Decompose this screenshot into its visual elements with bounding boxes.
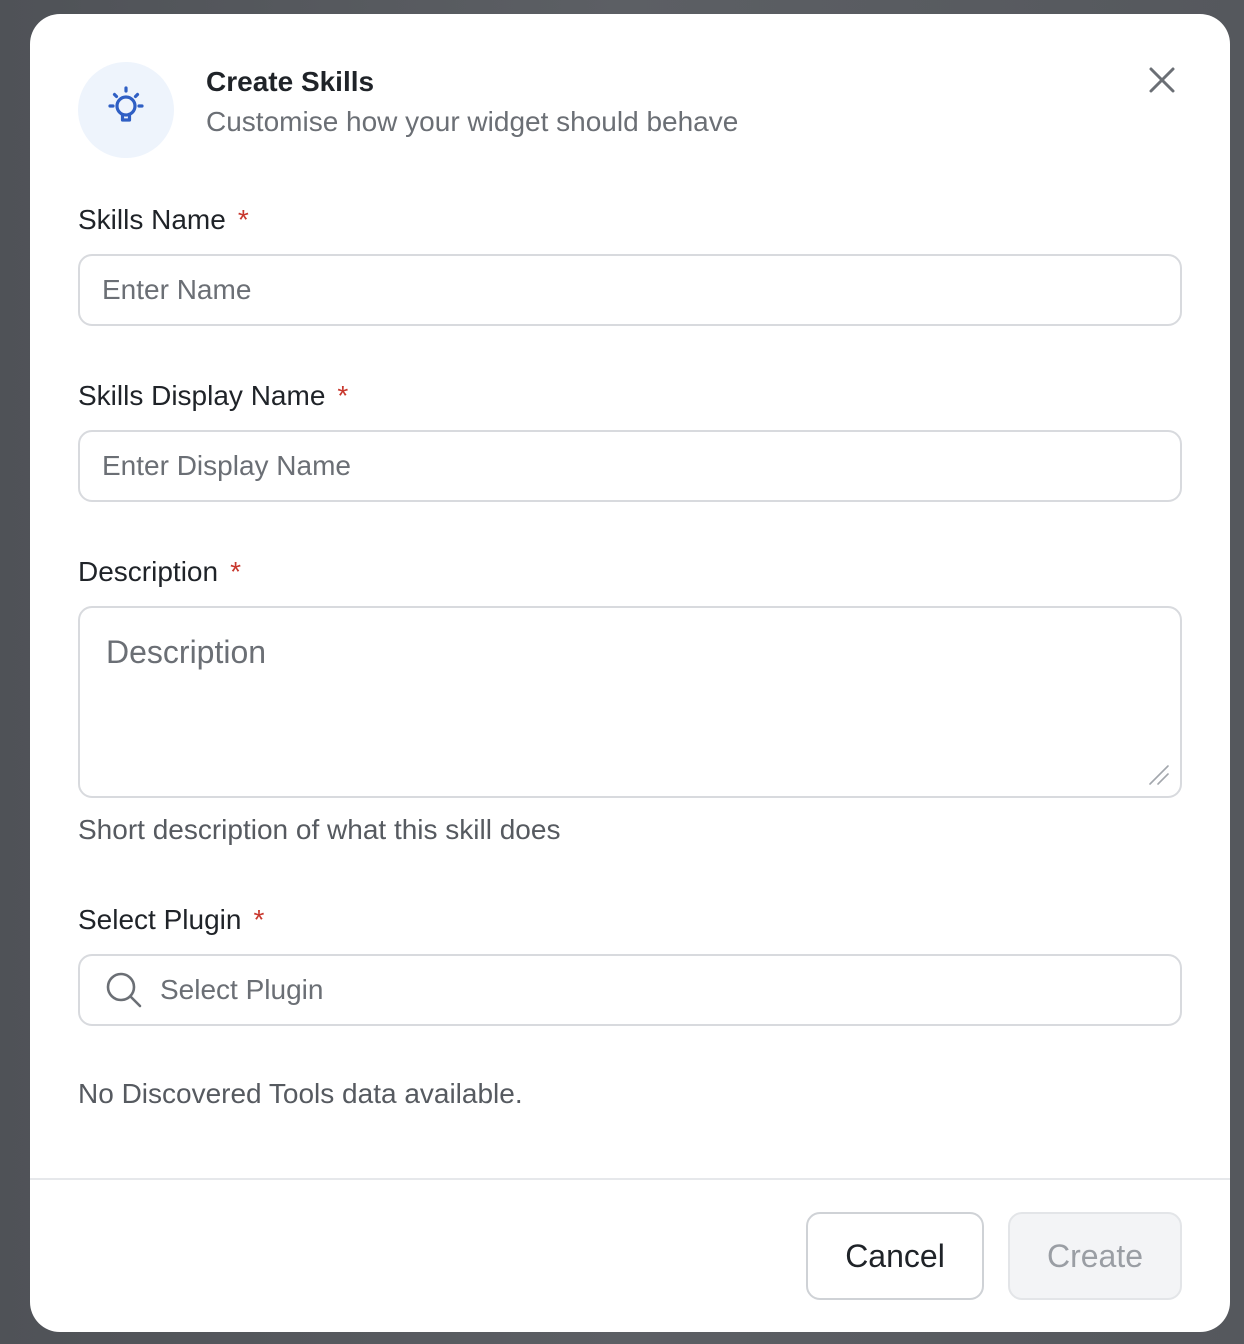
close-button[interactable] [1142, 62, 1182, 102]
dialog-title: Create Skills [206, 66, 375, 97]
required-marker: * [253, 904, 265, 935]
skills-display-name-label-text: Skills Display Name [78, 380, 326, 411]
skills-display-name-label: Skills Display Name * [78, 378, 348, 414]
select-plugin-input[interactable] [158, 959, 1142, 1021]
select-plugin-search[interactable] [78, 954, 1182, 1026]
cancel-button[interactable]: Cancel [806, 1212, 984, 1300]
search-icon [104, 970, 144, 1010]
close-icon [1147, 65, 1177, 100]
select-plugin-label-text: Select Plugin [78, 904, 242, 935]
required-marker: * [337, 380, 349, 411]
create-skills-dialog: Create Skills Customise how your widget … [30, 14, 1230, 1332]
skills-name-label: Skills Name * [78, 202, 249, 238]
description-textarea[interactable] [78, 606, 1182, 798]
description-label-text: Description [78, 556, 219, 587]
lightbulb-icon [102, 84, 150, 137]
dialog-subtitle: Customise how your widget should behave [206, 106, 739, 137]
footer-divider [30, 1178, 1230, 1180]
required-marker: * [230, 556, 241, 587]
required-marker: * [237, 204, 249, 235]
empty-tools-message: No Discovered Tools data available. [78, 1078, 523, 1109]
description-label: Description * [78, 554, 241, 590]
select-plugin-label: Select Plugin * [78, 902, 264, 938]
skills-name-input[interactable] [78, 254, 1182, 326]
create-button[interactable]: Create [1008, 1212, 1182, 1300]
skills-display-name-input[interactable] [78, 430, 1182, 502]
resize-handle-icon[interactable] [1148, 764, 1170, 786]
skills-name-label-text: Skills Name [78, 204, 226, 235]
icon-badge [78, 62, 174, 158]
description-helper-text: Short description of what this skill doe… [78, 814, 561, 845]
